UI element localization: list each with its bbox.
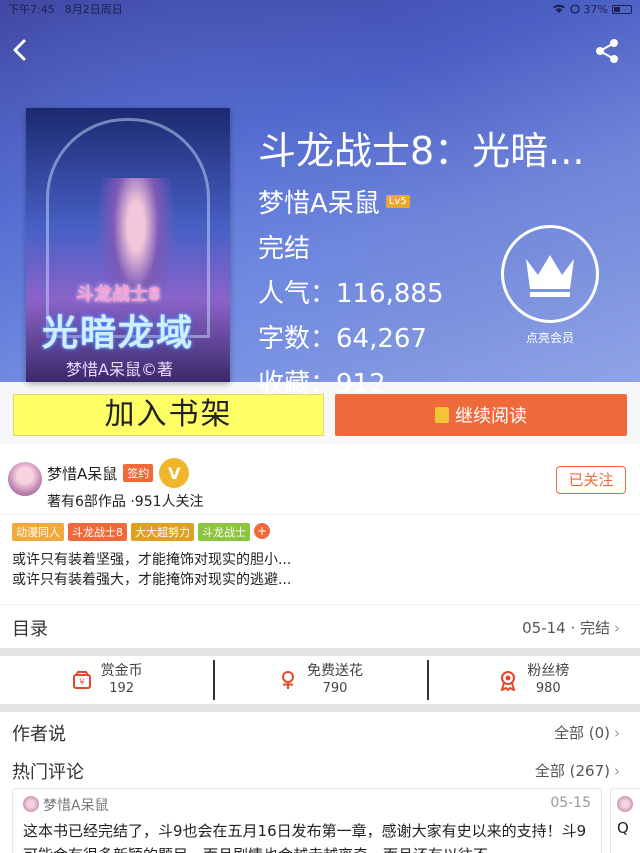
divider <box>0 514 640 515</box>
stats-row: ¥ 赏金币 192 免费送花 790 粉丝榜 980 <box>0 656 640 704</box>
battery-percent: 37% <box>583 2 608 16</box>
comment-card[interactable]: 梦惜A呆鼠 05-15 这本书已经完结了，斗9也会在五月16日发布第一章，感谢大… <box>12 788 602 853</box>
author-says-row[interactable]: 作者说 全部 (0) › <box>0 712 640 750</box>
continue-reading-button[interactable]: 继续阅读 <box>335 394 627 436</box>
tag[interactable]: 大大超努力 <box>131 523 194 541</box>
book-icon <box>435 407 449 423</box>
add-tag-button[interactable]: + <box>254 523 270 539</box>
add-to-shelf-button[interactable]: 加入书架 <box>13 394 324 436</box>
signed-badge: 签约 <box>123 464 154 482</box>
section-gap <box>0 648 640 656</box>
cover-author: 梦惜A呆鼠©著 <box>66 360 173 379</box>
hot-comments-title: 热门评论 <box>12 762 84 783</box>
chevron-right-icon: › <box>614 762 620 780</box>
status-right: 37% <box>552 3 632 16</box>
wifi-icon <box>552 4 565 13</box>
comment-card-next[interactable]: Q <box>610 788 640 853</box>
stat-label: 粉丝榜 <box>527 663 570 679</box>
status-date: 8月2日周日 <box>64 3 123 16</box>
stat-value: 980 <box>535 681 561 696</box>
comment-date: 05-15 <box>550 795 591 811</box>
book-author-row[interactable]: 梦惜A呆鼠 Lv5 <box>258 183 628 220</box>
share-icon[interactable] <box>594 38 620 64</box>
alarm-icon <box>569 4 580 14</box>
tag-list: 动漫同人 斗龙战士8 大大超努力 斗龙战士 + <box>12 523 270 541</box>
author-name[interactable]: 梦惜A呆鼠 <box>47 463 117 484</box>
table-of-contents-row[interactable]: 目录 05-14 · 完结 › <box>0 604 640 648</box>
intro-line: 或许只有装着强大，才能掩饰对现实的逃避... <box>12 572 292 588</box>
cover-subtitle: 光暗龙域 <box>42 313 195 354</box>
book-cover[interactable]: 斗龙战士8 光暗龙域 梦惜A呆鼠©著 <box>26 108 230 382</box>
svg-text:¥: ¥ <box>79 678 84 687</box>
stat-text: 赏金币 192 <box>101 663 143 697</box>
toc-latest-text: 05-14 · 完结 <box>522 619 610 637</box>
avatar <box>617 796 633 812</box>
reward-coins-button[interactable]: ¥ 赏金币 192 <box>0 656 213 704</box>
author-stats: 著有6部作品 ·951人关注 <box>47 494 204 510</box>
stat-label: 免费送花 <box>306 663 363 679</box>
book-intro[interactable]: 或许只有装着坚强，才能掩饰对现实的胆小... 或许只有装着强大，才能掩饰对现实的… <box>12 550 291 590</box>
section-gap <box>0 704 640 712</box>
stat-value: 790 <box>322 681 348 696</box>
medal-icon <box>500 671 516 691</box>
author-section: 梦惜A呆鼠 签约 V 著有6部作品 ·951人关注 已关注 动漫同人 斗龙战士8… <box>0 444 640 604</box>
chevron-right-icon: › <box>614 619 620 637</box>
author-says-title: 作者说 <box>12 724 66 745</box>
vip-button[interactable]: 点亮会员 <box>500 225 600 346</box>
fan-ranking-button[interactable]: 粉丝榜 980 <box>426 656 640 704</box>
stat-text: 粉丝榜 980 <box>527 663 569 697</box>
crown-icon <box>526 255 574 297</box>
stat-value: 192 <box>109 681 135 696</box>
hot-comments-link[interactable]: 全部 (267) › <box>535 760 620 781</box>
hot-comments-count: 全部 (267) <box>534 762 610 780</box>
continue-reading-label: 继续阅读 <box>455 406 527 427</box>
vip-circle <box>501 225 599 323</box>
vip-label: 点亮会员 <box>525 331 574 345</box>
send-flowers-button[interactable]: 免费送花 790 <box>213 656 426 704</box>
author-says-count: 全部 (0) <box>553 724 610 742</box>
book-favorites: 收藏：912 <box>258 369 386 399</box>
stat-text: 免费送花 790 <box>307 663 363 697</box>
book-author[interactable]: 梦惜A呆鼠 <box>258 183 380 220</box>
verified-badge-icon: V <box>159 458 190 488</box>
flower-icon <box>281 671 294 689</box>
battery-icon <box>612 4 632 14</box>
status-time: 下午7:45 <box>8 3 55 16</box>
comment-user[interactable]: 梦惜A呆鼠 <box>43 795 109 815</box>
chevron-right-icon: › <box>614 724 620 742</box>
tag[interactable]: 斗龙战士 <box>198 523 250 541</box>
toc-label: 目录 <box>12 619 48 640</box>
toc-latest: 05-14 · 完结 › <box>522 617 620 638</box>
coin-icon: ¥ <box>72 671 91 689</box>
comment-peek-text: Q <box>617 819 629 837</box>
author-name-row: 梦惜A呆鼠 签约 V <box>47 458 190 488</box>
book-title: 斗龙战士8：光暗... <box>258 129 585 173</box>
tag[interactable]: 动漫同人 <box>12 523 64 541</box>
tag[interactable]: 斗龙战士8 <box>68 523 127 541</box>
stat-label: 赏金币 <box>100 663 143 679</box>
follow-button[interactable]: 已关注 <box>556 466 626 494</box>
back-icon[interactable] <box>6 36 34 64</box>
intro-line: 或许只有装着坚强，才能掩饰对现实的胆小... <box>12 552 292 568</box>
cover-series: 斗龙战士8 <box>76 284 161 305</box>
author-says-link[interactable]: 全部 (0) › <box>554 722 620 743</box>
avatar[interactable] <box>8 462 42 496</box>
avatar[interactable] <box>23 796 39 812</box>
comment-text: 这本书已经完结了，斗9也会在五月16日发布第一章，感谢大家有史以来的支持！斗9可… <box>23 822 587 853</box>
status-bar: 下午7:45 8月2日周日 37% <box>0 0 640 18</box>
author-level-badge: Lv5 <box>385 195 410 208</box>
